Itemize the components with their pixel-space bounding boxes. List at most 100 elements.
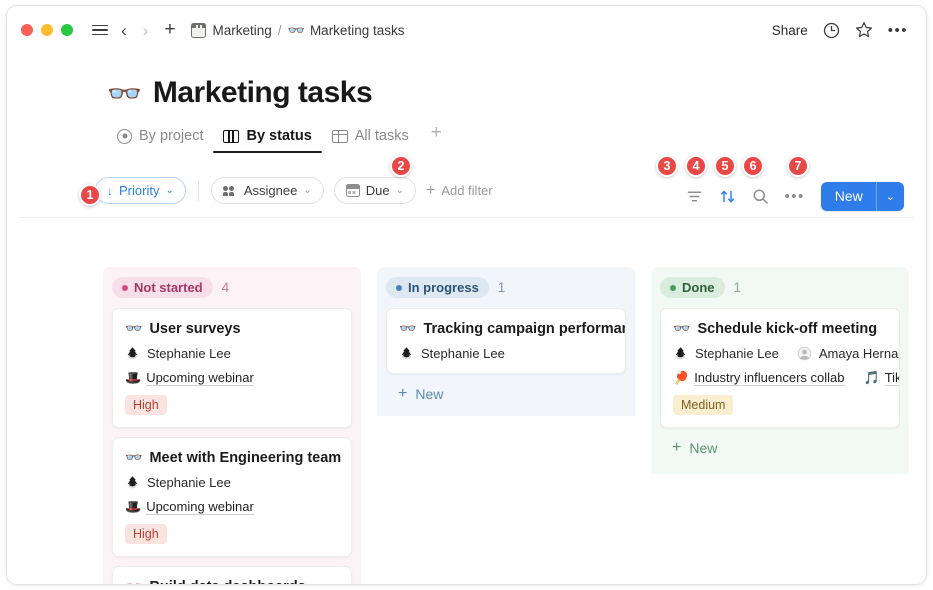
status-label: Done xyxy=(682,280,715,295)
board-column-done: Done 1 👓 Schedule kick-off meeting Steph… xyxy=(651,267,909,474)
add-card-button[interactable]: + New xyxy=(651,428,909,457)
callout-badge-3: 3 xyxy=(656,155,678,177)
status-label: Not started xyxy=(134,280,203,295)
board-icon xyxy=(223,129,240,143)
card-title: Tracking campaign performance xyxy=(423,320,626,337)
maximize-window-button[interactable] xyxy=(61,24,73,36)
status-badge: In progress xyxy=(386,277,489,298)
add-filter-button[interactable]: + Add filter xyxy=(426,182,493,200)
view-toolbar: ••• New ⌄ xyxy=(686,182,904,211)
page-title-row: 👓 Marketing tasks xyxy=(7,54,926,110)
filter-icon[interactable] xyxy=(686,188,703,205)
plus-icon: + xyxy=(672,439,682,456)
calendar-icon xyxy=(345,184,360,197)
assignee[interactable]: Stephanie Lee xyxy=(399,346,505,361)
callout-badge-7: 7 xyxy=(787,155,809,177)
view-tabs: By project By status All tasks + xyxy=(7,122,926,154)
board-column-not-started: Not started 4 👓 User surveys Stephanie L… xyxy=(103,267,361,585)
column-cards: 👓 Tracking campaign performance Stephani… xyxy=(377,308,635,374)
column-cards: 👓 User surveys Stephanie Lee 🎩 Upcoming … xyxy=(103,308,361,585)
tab-by-status[interactable]: By status xyxy=(213,126,323,154)
card-title-row: 👓 Tracking campaign performance xyxy=(399,320,625,337)
relation-label: TikTok bo xyxy=(884,370,899,386)
relation-label: Upcoming webinar xyxy=(146,499,254,515)
task-card[interactable]: 👓 User surveys Stephanie Lee 🎩 Upcoming … xyxy=(112,308,352,428)
breadcrumb-current[interactable]: Marketing tasks xyxy=(310,23,405,38)
column-header[interactable]: In progress 1 xyxy=(377,277,635,308)
card-title-row: 👓 Schedule kick-off meeting xyxy=(673,320,887,337)
binoculars-icon: 👓 xyxy=(125,578,142,584)
add-view-icon[interactable]: + xyxy=(419,122,452,153)
filter-due-pill[interactable]: Due ⌄ xyxy=(333,177,416,204)
traffic-lights xyxy=(21,24,73,36)
task-card[interactable]: 👓 Tracking campaign performance Stephani… xyxy=(386,308,626,374)
page-body: 👓 Marketing tasks By project By status A… xyxy=(7,54,926,585)
binoculars-icon: 👓 xyxy=(287,21,305,38)
title-bar: ‹ › + Marketing / 👓 Marketing tasks Shar… xyxy=(7,6,926,54)
more-options-icon[interactable]: ••• xyxy=(888,23,908,38)
assignee-name: Amaya Hernandez xyxy=(818,346,899,361)
task-card[interactable]: 👓 Meet with Engineering team Stephanie L… xyxy=(112,437,352,557)
relation-tag[interactable]: 🏓 Industry influencers collab xyxy=(673,370,845,386)
share-button[interactable]: Share xyxy=(772,23,808,38)
task-card[interactable]: 👓 Build data dashboards Amaya Hernandez xyxy=(112,566,352,585)
card-priority: High xyxy=(125,524,339,544)
arrow-down-icon: ↓ xyxy=(107,183,113,198)
sidebar-toggle-icon[interactable] xyxy=(89,19,111,41)
search-icon[interactable] xyxy=(752,188,769,205)
page-title[interactable]: Marketing tasks xyxy=(153,76,373,110)
column-header[interactable]: Not started 4 xyxy=(103,277,361,308)
column-header[interactable]: Done 1 xyxy=(651,277,909,308)
relation-tag[interactable]: 🎵 TikTok bo xyxy=(864,370,899,386)
view-more-icon[interactable]: ••• xyxy=(785,189,805,204)
relation-tag[interactable]: 🎩 Upcoming webinar xyxy=(125,499,254,515)
status-badge: Done xyxy=(660,277,725,298)
new-button[interactable]: New ⌄ xyxy=(820,182,904,211)
board-column-in-progress: In progress 1 👓 Tracking campaign perfor… xyxy=(377,267,635,416)
breadcrumb-separator: / xyxy=(277,22,282,38)
task-card[interactable]: 👓 Schedule kick-off meeting Stephanie Le… xyxy=(660,308,900,428)
status-label: In progress xyxy=(408,280,479,295)
callout-badge-6: 6 xyxy=(742,155,764,177)
filter-assignee-pill[interactable]: Assignee ⌄ xyxy=(210,177,324,204)
close-window-button[interactable] xyxy=(21,24,33,36)
tab-all-tasks[interactable]: All tasks xyxy=(322,126,419,153)
card-title: Meet with Engineering team xyxy=(149,449,342,466)
clock-icon[interactable] xyxy=(823,22,840,39)
relation-tag[interactable]: 🎩 Upcoming webinar xyxy=(125,370,254,386)
assignee[interactable]: Stephanie Lee xyxy=(125,346,231,361)
column-count: 4 xyxy=(221,280,230,295)
breadcrumb: Marketing / 👓 Marketing tasks xyxy=(191,22,404,39)
assignee[interactable]: Stephanie Lee xyxy=(673,346,779,361)
card-assignees: Stephanie Lee xyxy=(125,475,339,490)
card-title: Build data dashboards xyxy=(149,579,305,585)
star-icon[interactable] xyxy=(855,21,873,39)
back-icon[interactable]: ‹ xyxy=(115,22,133,39)
status-dot-icon xyxy=(670,284,676,291)
chevron-down-icon[interactable]: ⌄ xyxy=(877,182,904,211)
tab-by-project[interactable]: By project xyxy=(107,126,213,153)
forward-icon[interactable]: › xyxy=(137,22,155,39)
ping-pong-icon: 🏓 xyxy=(673,370,690,385)
breadcrumb-parent[interactable]: Marketing xyxy=(212,23,271,38)
hat-icon: 🎩 xyxy=(125,499,142,514)
tab-label: By project xyxy=(139,128,204,144)
card-relations: 🎩 Upcoming webinar xyxy=(125,370,339,386)
card-relations: 🎩 Upcoming webinar xyxy=(125,499,339,515)
minimize-window-button[interactable] xyxy=(41,24,53,36)
filter-label: Due xyxy=(365,183,390,198)
add-card-button[interactable]: + New xyxy=(377,374,635,403)
callout-badge-5: 5 xyxy=(714,155,736,177)
assignee[interactable]: Amaya Hernandez xyxy=(797,346,899,361)
priority-badge: Medium xyxy=(673,395,734,415)
sort-priority-pill[interactable]: ↓ Priority ⌄ xyxy=(95,177,186,204)
sort-icon[interactable] xyxy=(719,188,736,205)
card-title-row: 👓 Meet with Engineering team xyxy=(125,449,342,466)
priority-badge: High xyxy=(125,524,167,544)
plus-icon: + xyxy=(425,181,436,199)
status-dot-icon xyxy=(396,284,402,291)
assignee[interactable]: Stephanie Lee xyxy=(125,475,231,490)
card-assignees: Stephanie Lee Amaya Hernandez xyxy=(673,346,899,361)
new-page-icon[interactable]: + xyxy=(158,19,181,41)
target-icon xyxy=(117,128,132,144)
